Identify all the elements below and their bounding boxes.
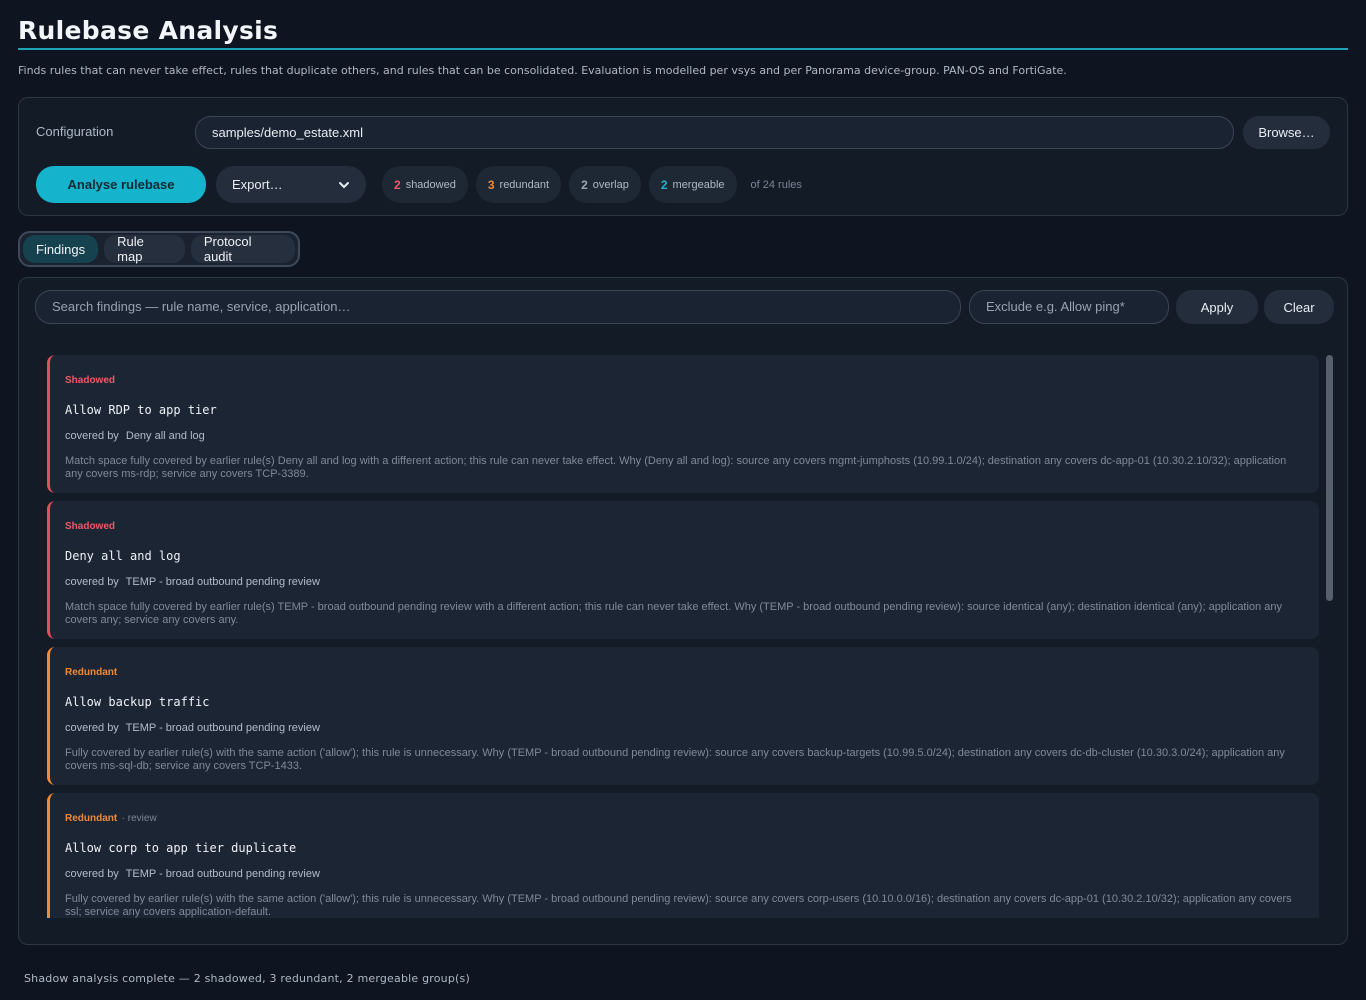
finding-kind-row: Redundant — [65, 662, 1304, 680]
configuration-path-input[interactable]: samples/demo_estate.xml — [195, 116, 1234, 149]
tab-findings[interactable]: Findings — [23, 235, 99, 263]
finding-kind: Shadowed — [65, 521, 116, 532]
finding-covered-by: covered by Deny all and log — [65, 430, 1304, 442]
stat-shadowed[interactable]: 2 shadowed — [382, 166, 468, 203]
export-select[interactable]: Export… — [216, 166, 366, 203]
analyse-rulebase-button[interactable]: Analyse rulebase — [36, 166, 206, 203]
finding-kind-note: · review — [121, 813, 157, 824]
stat-mergeable-count: 2 — [660, 177, 668, 192]
covered-by-prefix: covered by — [65, 430, 119, 442]
findings-list: Shadowed Allow RDP to app tier covered b… — [47, 355, 1319, 918]
tab-rule-map[interactable]: Rule map — [104, 234, 185, 264]
stat-mergeable[interactable]: 2 mergeable — [648, 166, 737, 203]
stat-overlap-count: 2 — [581, 177, 588, 192]
configuration-label: Configuration — [36, 124, 114, 139]
chevron-down-icon — [338, 179, 350, 191]
finding-detail: Match space fully covered by earlier rul… — [65, 601, 1282, 626]
finding-detail: Match space fully covered by earlier rul… — [65, 455, 1287, 480]
covered-by-rule: Deny all and log — [125, 430, 205, 442]
title-underline — [18, 48, 1348, 50]
finding-kind-row: Shadowed — [65, 370, 1304, 388]
view-tabs: Findings Rule map Protocol audit — [18, 231, 300, 267]
finding-kind: Redundant — [65, 667, 118, 678]
finding-rule-name: Deny all and log — [65, 549, 181, 563]
export-select-label: Export… — [232, 177, 283, 192]
apply-button[interactable]: Apply — [1176, 290, 1258, 324]
covered-by-prefix: covered by — [65, 576, 119, 588]
stat-redundant-count: 3 — [487, 177, 495, 192]
page-subtitle: Finds rules that can never take effect, … — [18, 64, 1067, 77]
stat-redundant-label: redundant — [499, 178, 550, 191]
covered-by-prefix: covered by — [65, 868, 119, 880]
stat-overlap[interactable]: 2 overlap — [569, 166, 641, 203]
finding-detail: Fully covered by earlier rule(s) with th… — [65, 893, 1292, 918]
finding-rule-name: Allow RDP to app tier — [65, 403, 217, 417]
tab-protocol-audit[interactable]: Protocol audit — [190, 234, 295, 264]
finding-covered-by: covered by TEMP - broad outbound pending… — [65, 868, 1304, 880]
finding-kind-row: Redundant · review — [65, 808, 1304, 826]
stat-shadowed-count: 2 — [394, 177, 401, 192]
status-message: Shadow analysis complete — 2 shadowed, 3… — [24, 972, 470, 985]
covered-by-prefix: covered by — [65, 722, 119, 734]
stats-row: 2 shadowed 3 redundant 2 overlap 2 merge… — [382, 166, 802, 203]
finding-detail: Fully covered by earlier rule(s) with th… — [65, 747, 1285, 772]
stat-shadowed-label: shadowed — [405, 178, 456, 191]
finding-kind: Redundant — [65, 813, 118, 824]
clear-button[interactable]: Clear — [1264, 290, 1334, 324]
covered-by-rule: TEMP - broad outbound pending review — [125, 722, 320, 734]
finding-card[interactable]: Shadowed Allow RDP to app tier covered b… — [47, 355, 1319, 493]
finding-covered-by: covered by TEMP - broad outbound pending… — [65, 722, 1304, 734]
stat-overlap-label: overlap — [592, 178, 629, 191]
stat-mergeable-label: mergeable — [672, 178, 725, 191]
configuration-panel: Configuration samples/demo_estate.xml Br… — [18, 97, 1348, 216]
covered-by-rule: TEMP - broad outbound pending review — [125, 868, 320, 880]
finding-rule-name: Allow backup traffic — [65, 695, 210, 709]
page-title: Rulebase Analysis — [18, 16, 279, 45]
findings-panel: Search findings — rule name, service, ap… — [18, 277, 1348, 945]
finding-covered-by: covered by TEMP - broad outbound pending… — [65, 576, 1304, 588]
findings-scrollbar[interactable] — [1326, 355, 1333, 601]
exclude-input[interactable]: Exclude e.g. Allow ping* — [969, 290, 1169, 324]
search-input[interactable]: Search findings — rule name, service, ap… — [35, 290, 961, 324]
stat-redundant[interactable]: 3 redundant — [475, 166, 562, 203]
finding-card[interactable]: Shadowed Deny all and log covered by TEM… — [47, 501, 1319, 639]
finding-card[interactable]: Redundant · review Allow corp to app tie… — [47, 793, 1319, 918]
finding-kind-row: Shadowed — [65, 516, 1304, 534]
stat-total-rules: of 24 rules — [750, 178, 802, 191]
browse-button[interactable]: Browse… — [1243, 116, 1330, 149]
covered-by-rule: TEMP - broad outbound pending review — [125, 576, 320, 588]
finding-kind: Shadowed — [65, 375, 116, 386]
finding-card[interactable]: Redundant Allow backup traffic covered b… — [47, 647, 1319, 785]
finding-rule-name: Allow corp to app tier duplicate — [65, 841, 297, 855]
